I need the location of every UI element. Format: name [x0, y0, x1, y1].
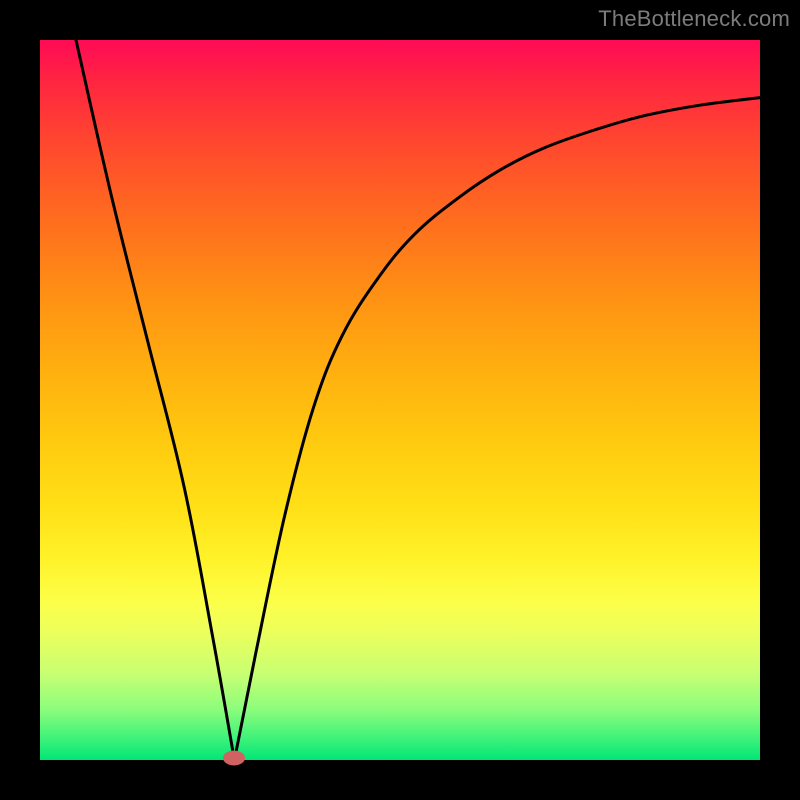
- chart-frame: TheBottleneck.com: [0, 0, 800, 800]
- curve-svg: [40, 40, 760, 760]
- minimum-marker: [223, 751, 245, 766]
- plot-area: [40, 40, 760, 760]
- watermark-text: TheBottleneck.com: [598, 6, 790, 32]
- bottleneck-curve-path: [76, 40, 760, 760]
